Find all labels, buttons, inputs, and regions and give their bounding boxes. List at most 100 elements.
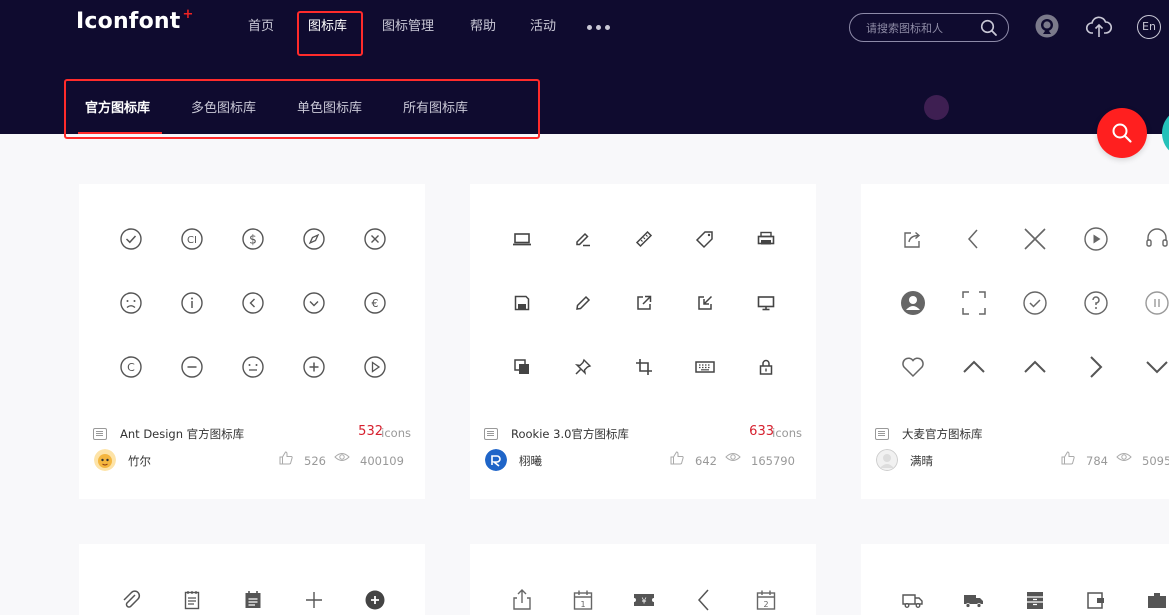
card-title[interactable]: Ant Design 官方图标库	[120, 426, 244, 442]
heart-icon	[900, 354, 926, 380]
svg-text:CI: CI	[187, 235, 197, 246]
library-card[interactable]: CI $ € C Ant Design 官方图标库 532 icons 竹尔 5…	[79, 184, 425, 499]
search-icon	[1112, 123, 1132, 143]
language-toggle[interactable]: En	[1137, 15, 1161, 39]
likes-count: 784	[1086, 454, 1108, 468]
card-title[interactable]: Rookie 3.0官方图标库	[511, 426, 629, 442]
svg-text:$: $	[249, 233, 257, 247]
more-dots-icon[interactable]	[587, 25, 610, 30]
subnav-all[interactable]: 所有图标库	[403, 100, 468, 118]
tag-icon	[692, 226, 718, 252]
icon-preview-grid	[861, 184, 1169, 424]
library-icon	[484, 428, 498, 440]
notepad-icon	[179, 587, 205, 613]
card-title[interactable]: 大麦官方图标库	[902, 426, 983, 442]
icon-count: 532	[358, 424, 383, 439]
author-name[interactable]: 竹尔	[128, 453, 151, 469]
nav-activity[interactable]: 活动	[530, 17, 556, 37]
library-card[interactable]: 1 ¥ 2	[470, 544, 816, 615]
meh-icon	[240, 354, 266, 380]
svg-text:2: 2	[763, 600, 768, 609]
wallet-icon	[1083, 587, 1109, 613]
export-icon	[631, 290, 657, 316]
library-card[interactable]	[861, 544, 1169, 615]
library-icon	[875, 428, 889, 440]
cloud-upload-icon[interactable]	[1085, 13, 1113, 41]
yen-ticket-icon: ¥	[631, 587, 657, 613]
library-card[interactable]	[79, 544, 425, 615]
subnav-multicolor[interactable]: 多色图标库	[191, 100, 256, 118]
check-circle-icon	[1022, 290, 1048, 316]
search-icon[interactable]	[980, 19, 998, 37]
briefcase-icon	[1144, 587, 1169, 613]
chevron-down-icon	[1144, 354, 1169, 380]
frown-icon	[118, 290, 144, 316]
edit-underline-icon	[570, 226, 596, 252]
views-count: 165790	[751, 454, 795, 468]
views-count: 400109	[360, 454, 404, 468]
laptop-icon	[509, 226, 535, 252]
author-name[interactable]: 满晴	[910, 453, 933, 469]
dollar-circle-icon: $	[240, 226, 266, 252]
pause-circle-icon	[1144, 290, 1169, 316]
nav-home[interactable]: 首页	[248, 17, 274, 37]
plus-circle-filled-icon	[362, 587, 388, 613]
paperclip-icon	[118, 587, 144, 613]
close-circle-icon	[362, 226, 388, 252]
eye-icon	[334, 453, 350, 461]
calendar-1-icon: 1	[570, 587, 596, 613]
share-upload-icon	[509, 587, 535, 613]
svg-text:C: C	[127, 361, 135, 374]
lock-icon	[753, 354, 779, 380]
subnav-monochrome[interactable]: 单色图标库	[297, 100, 362, 118]
icon-preview-grid	[470, 184, 816, 424]
crop-icon	[631, 354, 657, 380]
nav-highlight-box	[297, 11, 363, 56]
search-box	[849, 13, 1009, 42]
thumbs-up-icon[interactable]	[1061, 451, 1075, 465]
monitor-icon	[753, 290, 779, 316]
copyright-ci-icon: CI	[179, 226, 205, 252]
minus-circle-icon	[179, 354, 205, 380]
svg-text:€: €	[372, 297, 379, 310]
eye-icon	[725, 453, 741, 461]
eye-icon	[1116, 453, 1132, 461]
nav-icon-manage[interactable]: 图标管理	[382, 17, 434, 37]
iconfont-logo[interactable]: Iconfont +	[76, 7, 194, 39]
user-avatar-icon[interactable]	[1034, 13, 1060, 41]
icon-count: 633	[749, 424, 774, 439]
author-avatar[interactable]	[94, 449, 116, 471]
icon-preview-grid: CI $ € C	[79, 184, 425, 424]
chevron-left-icon	[961, 226, 987, 252]
decorative-dot	[924, 95, 949, 120]
chevron-left-icon	[692, 587, 718, 613]
calendar-2-icon: 2	[753, 587, 779, 613]
question-circle-icon	[1083, 290, 1109, 316]
svg-text:1: 1	[580, 600, 585, 609]
author-avatar[interactable]	[485, 449, 507, 471]
plus-icon	[301, 587, 327, 613]
author-name[interactable]: 栩曦	[519, 453, 542, 469]
printer-icon	[753, 226, 779, 252]
svg-text:¥: ¥	[641, 597, 646, 606]
views-count: 5095	[1142, 454, 1169, 468]
truck-icon	[900, 587, 926, 613]
icon-count-unit: icons	[772, 426, 802, 440]
nav-help[interactable]: 帮助	[470, 17, 496, 37]
plus-circle-icon	[301, 354, 327, 380]
down-circle-icon	[301, 290, 327, 316]
library-card[interactable]: Rookie 3.0官方图标库 633 icons 栩曦 642 165790	[470, 184, 816, 499]
thumbs-up-icon[interactable]	[279, 451, 293, 465]
import-icon	[692, 290, 718, 316]
ruler-icon	[631, 226, 657, 252]
pin-icon	[570, 354, 596, 380]
author-avatar[interactable]	[876, 449, 898, 471]
thumbs-up-icon[interactable]	[670, 451, 684, 465]
library-card[interactable]: 大麦官方图标库 62 icons 满晴 784 5095	[861, 184, 1169, 499]
subnav-official[interactable]: 官方图标库	[85, 100, 150, 118]
search-input[interactable]	[866, 19, 976, 37]
compass-icon	[301, 226, 327, 252]
close-icon	[1022, 226, 1048, 252]
left-circle-icon	[240, 290, 266, 316]
floating-search-button[interactable]	[1097, 108, 1147, 158]
